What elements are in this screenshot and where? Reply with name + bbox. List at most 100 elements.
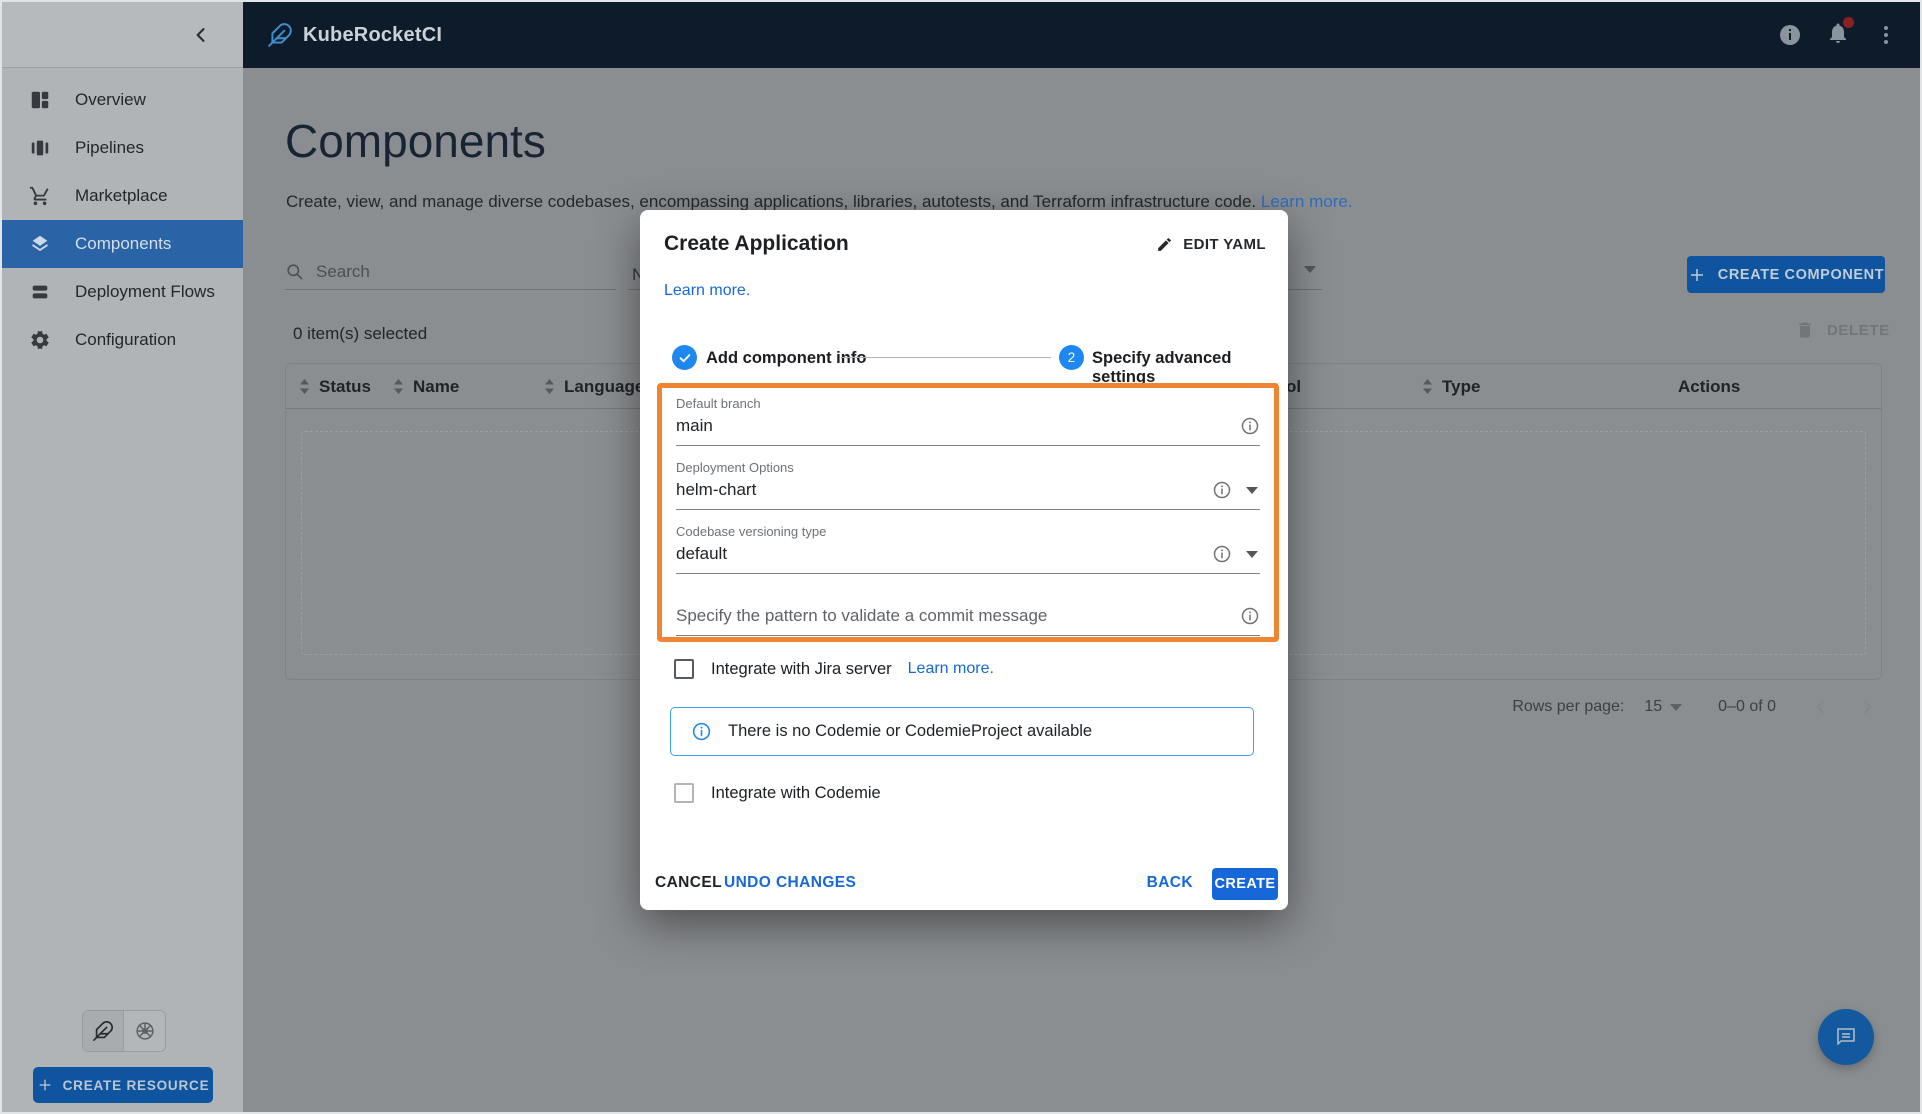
codemie-checkbox-label: Integrate with Codemie: [711, 783, 881, 802]
sidebar-item-label: Configuration: [75, 330, 177, 349]
sidebar-item-label: Marketplace: [75, 186, 168, 205]
info-icon[interactable]: [1778, 23, 1802, 47]
pagination-range: 0–0 of 0: [1718, 698, 1776, 715]
dialog-footer: CANCEL UNDO CHANGES BACK CREATE: [640, 866, 1288, 902]
app-root: Overview Pipelines Marketplace Component…: [0, 0, 1922, 1114]
kubernetes-icon: [135, 1022, 154, 1040]
next-page-icon[interactable]: [1856, 696, 1878, 718]
stepper-connector: [841, 357, 1051, 358]
notifications-button[interactable]: [1826, 16, 1854, 50]
default-branch-input[interactable]: [676, 416, 1240, 436]
brand: KubeRocketCI: [267, 22, 442, 48]
chevron-down-icon[interactable]: [1246, 486, 1258, 494]
default-branch-label: Default branch: [676, 396, 761, 411]
trash-icon: [1799, 322, 1811, 338]
gear-icon: [31, 331, 49, 349]
page-learn-more-link[interactable]: Learn more.: [1261, 192, 1353, 211]
deployment-options-label: Deployment Options: [676, 460, 794, 475]
delete-button[interactable]: DELETE: [1795, 320, 1890, 340]
sidebar-item-label: Overview: [75, 90, 146, 109]
chevron-left-icon[interactable]: [191, 25, 211, 45]
commit-pattern-input[interactable]: [676, 606, 1240, 626]
undo-changes-button[interactable]: UNDO CHANGES: [724, 874, 856, 892]
pencil-icon: [1158, 238, 1172, 251]
chevron-down-icon[interactable]: [1670, 703, 1683, 711]
codemie-alert: There is no Codemie or CodemieProject av…: [670, 707, 1254, 756]
create-button[interactable]: CREATE: [1212, 868, 1278, 900]
sidebar: Overview Pipelines Marketplace Component…: [2, 2, 243, 1112]
search-field: [285, 254, 616, 290]
create-component-button[interactable]: CREATE COMPONENT: [1687, 256, 1885, 293]
step2-number: 2: [1059, 345, 1084, 370]
sidebar-item-marketplace[interactable]: Marketplace: [2, 172, 243, 220]
pagination: Rows per page: 15 0–0 of 0: [1512, 696, 1878, 718]
rows-per-page-label: Rows per page:: [1512, 698, 1625, 715]
info-icon[interactable]: [1212, 480, 1232, 500]
default-branch-field: Default branch: [676, 396, 1260, 446]
info-icon[interactable]: [1212, 544, 1232, 564]
chat-fab-button[interactable]: [1818, 1009, 1874, 1065]
codemie-checkbox[interactable]: [674, 783, 694, 803]
jira-checkbox[interactable]: [674, 659, 694, 679]
rows-per-page-value[interactable]: 15: [1644, 698, 1662, 716]
deployment-options-field: Deployment Options helm-chart: [676, 460, 1260, 510]
cancel-button[interactable]: CANCEL: [655, 874, 722, 892]
versioning-type-field: Codebase versioning type default: [676, 524, 1260, 574]
edit-yaml-button[interactable]: EDIT YAML: [1156, 236, 1266, 253]
chat-icon: [1837, 1028, 1855, 1045]
info-icon[interactable]: [1240, 416, 1260, 436]
sidebar-item-components[interactable]: Components: [2, 220, 243, 268]
sort-icon: [394, 379, 403, 394]
chevron-down-icon[interactable]: [1246, 550, 1258, 558]
plus-icon: [1690, 268, 1703, 281]
step1-label[interactable]: Add component info: [706, 349, 866, 368]
step2-label[interactable]: Specify advanced settings: [1092, 349, 1288, 387]
filter-select-partial[interactable]: [1288, 254, 1322, 290]
versioning-type-label: Codebase versioning type: [676, 524, 827, 539]
kubernetes-toggle-button[interactable]: [124, 1011, 165, 1051]
jira-learn-more-link[interactable]: Learn more.: [908, 660, 994, 678]
previous-page-icon[interactable]: [1810, 696, 1832, 718]
commit-pattern-field: [676, 594, 1260, 636]
dashboard-icon: [31, 91, 49, 109]
plus-icon: [39, 1079, 50, 1091]
sort-icon: [545, 379, 554, 394]
search-icon: [287, 264, 303, 280]
sidebar-item-configuration[interactable]: Configuration: [2, 316, 243, 364]
create-resource-button[interactable]: CREATE RESOURCE: [33, 1067, 213, 1103]
jira-integration-row: Integrate with Jira server Learn more.: [674, 659, 994, 679]
page-title: Components: [285, 115, 546, 167]
sidebar-item-pipelines[interactable]: Pipelines: [2, 124, 243, 172]
page-description: Create, view, and manage diverse codebas…: [286, 192, 1353, 212]
chevron-down-icon: [1304, 266, 1316, 273]
jira-checkbox-label: Integrate with Jira server: [711, 659, 892, 678]
app-title: KubeRocketCI: [303, 23, 443, 46]
kebab-menu-icon[interactable]: [1874, 23, 1898, 47]
table-header-name[interactable]: Name: [393, 364, 459, 409]
table-header-partial: ol: [1286, 376, 1302, 396]
stepper: Add component info 2 Specify advanced se…: [640, 345, 1288, 386]
create-resource-label: CREATE RESOURCE: [62, 1077, 210, 1093]
sidebar-header: [2, 2, 243, 68]
deployment-options-value[interactable]: helm-chart: [676, 480, 1212, 500]
table-header-status[interactable]: Status: [299, 364, 371, 409]
dialog-learn-more-link[interactable]: Learn more.: [664, 282, 750, 300]
create-application-dialog: Create Application EDIT YAML Learn more.…: [640, 210, 1288, 910]
versioning-type-value[interactable]: default: [676, 544, 1212, 564]
table-header-actions: Actions: [1678, 376, 1741, 396]
sidebar-item-label: Deployment Flows: [75, 282, 215, 301]
back-button[interactable]: BACK: [1147, 874, 1193, 892]
sidebar-item-deployment-flows[interactable]: Deployment Flows: [2, 268, 243, 316]
pipelines-icon: [31, 140, 49, 156]
table-header-type[interactable]: Type: [1422, 364, 1480, 409]
advanced-settings-highlight: Default branch Deployment Options helm-c…: [657, 383, 1279, 642]
flows-icon: [32, 285, 48, 299]
sidebar-item-overview[interactable]: Overview: [2, 76, 243, 124]
table-header-language[interactable]: Language: [544, 364, 644, 409]
cart-icon: [29, 186, 49, 206]
layers-icon: [32, 235, 48, 251]
delete-label: DELETE: [1827, 321, 1890, 339]
search-input[interactable]: [316, 261, 616, 282]
info-icon[interactable]: [1240, 606, 1260, 626]
kuberocketci-toggle-button[interactable]: [83, 1011, 124, 1051]
